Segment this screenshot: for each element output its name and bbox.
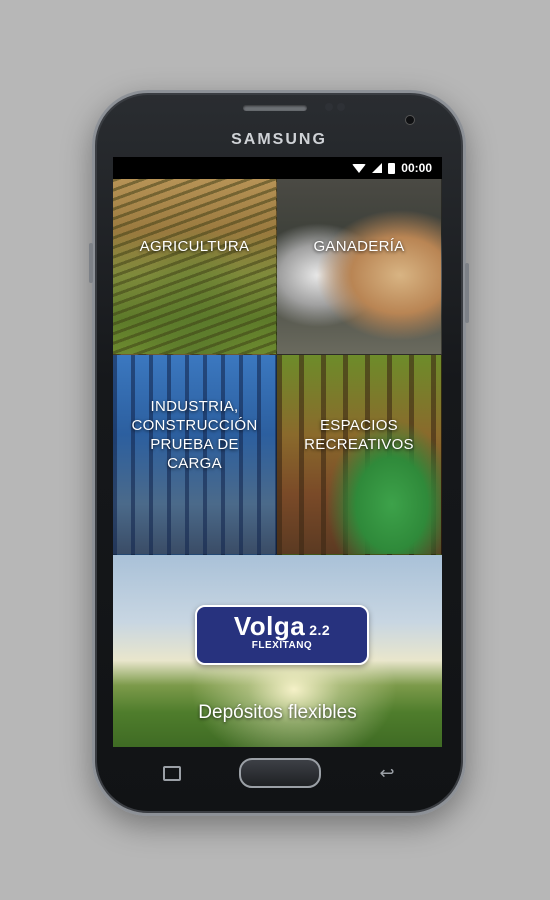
battery-icon (388, 162, 396, 174)
wifi-icon (352, 163, 367, 173)
device-brand: SAMSUNG (231, 131, 327, 148)
signal-icon (372, 163, 383, 173)
phone-device: SAMSUNG 00:00 AGRICULTURA GANADERÍA INDU… (89, 90, 469, 816)
tile-label: AGRICULTURA (139, 238, 250, 255)
earpiece-speaker (243, 105, 307, 111)
screen: 00:00 AGRICULTURA GANADERÍA INDUSTRIA, C… (113, 157, 442, 747)
tile-agricultura[interactable]: AGRICULTURA (113, 179, 277, 355)
home-button[interactable] (239, 758, 321, 788)
tile-label: ESPACIOS RECREATIVOS (304, 416, 414, 453)
front-camera (405, 115, 415, 125)
volga-logo: Volga 2.2 FLEXITANQ (195, 605, 369, 665)
tile-label: GANADERÍA (313, 238, 405, 255)
status-bar: 00:00 (113, 157, 442, 179)
banner-depositos-flexibles[interactable]: Volga 2.2 FLEXITANQ Depósitos flexibles (113, 555, 442, 747)
status-time: 00:00 (401, 161, 432, 175)
logo-main: Volga 2.2 (197, 611, 367, 642)
logo-subtitle: FLEXITANQ (251, 640, 313, 651)
back-icon[interactable]: ↩ (379, 764, 395, 782)
category-grid: AGRICULTURA GANADERÍA INDUSTRIA, CONSTRU… (113, 179, 442, 555)
volume-button (89, 243, 93, 283)
tile-ganaderia[interactable]: GANADERÍA (277, 179, 442, 355)
hardware-nav-bar: ↩ (155, 753, 403, 793)
light-sensor (337, 103, 345, 111)
logo-version: 2.2 (309, 622, 331, 638)
recents-icon[interactable] (163, 765, 181, 781)
banner-label: Depósitos flexibles (198, 702, 357, 723)
tile-label: INDUSTRIA, CONSTRUCCIÓN PRUEBA DE CARGA (131, 397, 258, 472)
logo-text: Volga (233, 611, 306, 641)
power-button (465, 263, 469, 323)
tile-industria[interactable]: INDUSTRIA, CONSTRUCCIÓN PRUEBA DE CARGA (113, 355, 277, 555)
tile-espacios-recreativos[interactable]: ESPACIOS RECREATIVOS (277, 355, 442, 555)
proximity-sensor (325, 103, 333, 111)
